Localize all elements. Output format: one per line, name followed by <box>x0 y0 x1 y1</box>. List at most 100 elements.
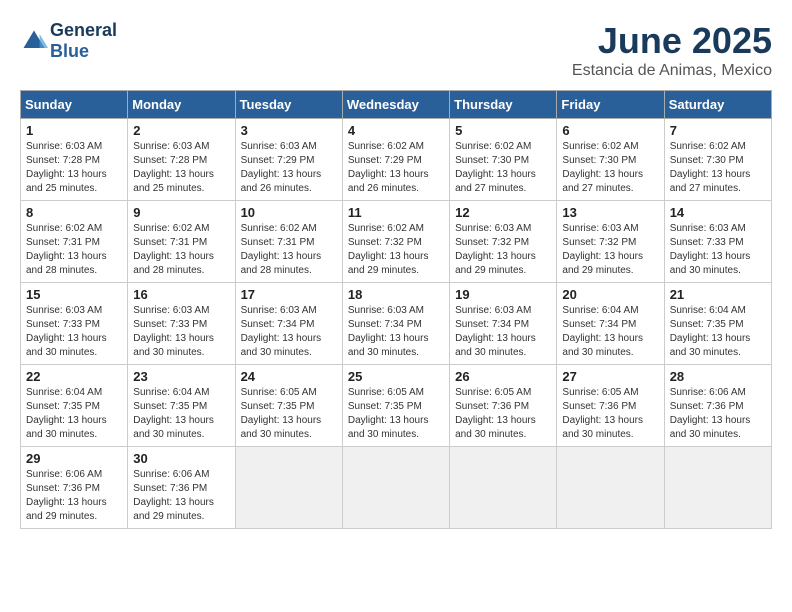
day-header-wednesday: Wednesday <box>342 91 449 119</box>
calendar-cell: 15 Sunrise: 6:03 AMSunset: 7:33 PMDaylig… <box>21 283 128 365</box>
cell-info: Sunrise: 6:04 AMSunset: 7:34 PMDaylight:… <box>562 304 658 360</box>
day-header-monday: Monday <box>128 91 235 119</box>
day-number: 12 <box>455 205 551 220</box>
calendar-cell <box>664 447 771 529</box>
month-title: June 2025 <box>572 20 772 62</box>
day-number: 4 <box>348 123 444 138</box>
header: General Blue June 2025 Estancia de Anima… <box>20 20 772 80</box>
calendar-cell: 24 Sunrise: 6:05 AMSunset: 7:35 PMDaylig… <box>235 365 342 447</box>
cell-info: Sunrise: 6:03 AMSunset: 7:34 PMDaylight:… <box>241 304 337 360</box>
logo-icon <box>20 27 48 55</box>
cell-info: Sunrise: 6:03 AMSunset: 7:28 PMDaylight:… <box>133 140 229 196</box>
calendar-cell: 27 Sunrise: 6:05 AMSunset: 7:36 PMDaylig… <box>557 365 664 447</box>
calendar-cell: 29 Sunrise: 6:06 AMSunset: 7:36 PMDaylig… <box>21 447 128 529</box>
day-header-thursday: Thursday <box>450 91 557 119</box>
day-number: 21 <box>670 287 766 302</box>
day-number: 19 <box>455 287 551 302</box>
day-number: 20 <box>562 287 658 302</box>
cell-info: Sunrise: 6:04 AMSunset: 7:35 PMDaylight:… <box>26 386 122 442</box>
day-number: 5 <box>455 123 551 138</box>
day-number: 27 <box>562 369 658 384</box>
calendar-cell: 19 Sunrise: 6:03 AMSunset: 7:34 PMDaylig… <box>450 283 557 365</box>
calendar-cell: 9 Sunrise: 6:02 AMSunset: 7:31 PMDayligh… <box>128 201 235 283</box>
logo-text: General <box>50 20 117 41</box>
calendar-body: 1 Sunrise: 6:03 AMSunset: 7:28 PMDayligh… <box>21 119 772 529</box>
calendar-week-2: 8 Sunrise: 6:02 AMSunset: 7:31 PMDayligh… <box>21 201 772 283</box>
day-number: 13 <box>562 205 658 220</box>
day-number: 26 <box>455 369 551 384</box>
day-number: 10 <box>241 205 337 220</box>
day-number: 11 <box>348 205 444 220</box>
cell-info: Sunrise: 6:06 AMSunset: 7:36 PMDaylight:… <box>670 386 766 442</box>
cell-info: Sunrise: 6:03 AMSunset: 7:28 PMDaylight:… <box>26 140 122 196</box>
calendar-cell: 20 Sunrise: 6:04 AMSunset: 7:34 PMDaylig… <box>557 283 664 365</box>
day-header-sunday: Sunday <box>21 91 128 119</box>
calendar-cell: 25 Sunrise: 6:05 AMSunset: 7:35 PMDaylig… <box>342 365 449 447</box>
calendar-cell: 18 Sunrise: 6:03 AMSunset: 7:34 PMDaylig… <box>342 283 449 365</box>
day-number: 23 <box>133 369 229 384</box>
calendar-cell: 30 Sunrise: 6:06 AMSunset: 7:36 PMDaylig… <box>128 447 235 529</box>
day-number: 29 <box>26 451 122 466</box>
calendar-cell: 4 Sunrise: 6:02 AMSunset: 7:29 PMDayligh… <box>342 119 449 201</box>
day-number: 18 <box>348 287 444 302</box>
calendar-cell: 16 Sunrise: 6:03 AMSunset: 7:33 PMDaylig… <box>128 283 235 365</box>
day-number: 14 <box>670 205 766 220</box>
day-number: 6 <box>562 123 658 138</box>
calendar-cell: 28 Sunrise: 6:06 AMSunset: 7:36 PMDaylig… <box>664 365 771 447</box>
calendar-cell <box>235 447 342 529</box>
calendar-cell: 21 Sunrise: 6:04 AMSunset: 7:35 PMDaylig… <box>664 283 771 365</box>
day-number: 9 <box>133 205 229 220</box>
calendar-week-5: 29 Sunrise: 6:06 AMSunset: 7:36 PMDaylig… <box>21 447 772 529</box>
cell-info: Sunrise: 6:06 AMSunset: 7:36 PMDaylight:… <box>26 468 122 524</box>
location: Estancia de Animas, Mexico <box>572 62 772 80</box>
day-number: 15 <box>26 287 122 302</box>
calendar-week-3: 15 Sunrise: 6:03 AMSunset: 7:33 PMDaylig… <box>21 283 772 365</box>
calendar-cell: 6 Sunrise: 6:02 AMSunset: 7:30 PMDayligh… <box>557 119 664 201</box>
cell-info: Sunrise: 6:05 AMSunset: 7:36 PMDaylight:… <box>455 386 551 442</box>
cell-info: Sunrise: 6:03 AMSunset: 7:33 PMDaylight:… <box>133 304 229 360</box>
cell-info: Sunrise: 6:03 AMSunset: 7:29 PMDaylight:… <box>241 140 337 196</box>
calendar-cell: 23 Sunrise: 6:04 AMSunset: 7:35 PMDaylig… <box>128 365 235 447</box>
cell-info: Sunrise: 6:02 AMSunset: 7:31 PMDaylight:… <box>133 222 229 278</box>
calendar-week-4: 22 Sunrise: 6:04 AMSunset: 7:35 PMDaylig… <box>21 365 772 447</box>
day-number: 17 <box>241 287 337 302</box>
cell-info: Sunrise: 6:02 AMSunset: 7:29 PMDaylight:… <box>348 140 444 196</box>
title-area: June 2025 Estancia de Animas, Mexico <box>572 20 772 80</box>
calendar-cell: 11 Sunrise: 6:02 AMSunset: 7:32 PMDaylig… <box>342 201 449 283</box>
cell-info: Sunrise: 6:03 AMSunset: 7:33 PMDaylight:… <box>26 304 122 360</box>
calendar-cell: 13 Sunrise: 6:03 AMSunset: 7:32 PMDaylig… <box>557 201 664 283</box>
calendar-cell <box>557 447 664 529</box>
cell-info: Sunrise: 6:04 AMSunset: 7:35 PMDaylight:… <box>670 304 766 360</box>
calendar-cell: 3 Sunrise: 6:03 AMSunset: 7:29 PMDayligh… <box>235 119 342 201</box>
day-header-saturday: Saturday <box>664 91 771 119</box>
cell-info: Sunrise: 6:02 AMSunset: 7:32 PMDaylight:… <box>348 222 444 278</box>
day-number: 2 <box>133 123 229 138</box>
cell-info: Sunrise: 6:05 AMSunset: 7:36 PMDaylight:… <box>562 386 658 442</box>
cell-info: Sunrise: 6:05 AMSunset: 7:35 PMDaylight:… <box>348 386 444 442</box>
cell-info: Sunrise: 6:02 AMSunset: 7:31 PMDaylight:… <box>26 222 122 278</box>
logo-subtext: Blue <box>50 41 117 62</box>
cell-info: Sunrise: 6:06 AMSunset: 7:36 PMDaylight:… <box>133 468 229 524</box>
logo: General Blue <box>20 20 117 62</box>
cell-info: Sunrise: 6:05 AMSunset: 7:35 PMDaylight:… <box>241 386 337 442</box>
day-number: 22 <box>26 369 122 384</box>
cell-info: Sunrise: 6:03 AMSunset: 7:32 PMDaylight:… <box>455 222 551 278</box>
calendar-cell: 5 Sunrise: 6:02 AMSunset: 7:30 PMDayligh… <box>450 119 557 201</box>
day-number: 30 <box>133 451 229 466</box>
cell-info: Sunrise: 6:02 AMSunset: 7:30 PMDaylight:… <box>562 140 658 196</box>
cell-info: Sunrise: 6:04 AMSunset: 7:35 PMDaylight:… <box>133 386 229 442</box>
calendar-cell: 10 Sunrise: 6:02 AMSunset: 7:31 PMDaylig… <box>235 201 342 283</box>
cell-info: Sunrise: 6:02 AMSunset: 7:30 PMDaylight:… <box>455 140 551 196</box>
calendar-cell: 14 Sunrise: 6:03 AMSunset: 7:33 PMDaylig… <box>664 201 771 283</box>
calendar-cell: 12 Sunrise: 6:03 AMSunset: 7:32 PMDaylig… <box>450 201 557 283</box>
calendar-week-1: 1 Sunrise: 6:03 AMSunset: 7:28 PMDayligh… <box>21 119 772 201</box>
day-number: 24 <box>241 369 337 384</box>
calendar-cell: 8 Sunrise: 6:02 AMSunset: 7:31 PMDayligh… <box>21 201 128 283</box>
calendar-cell <box>342 447 449 529</box>
day-header-friday: Friday <box>557 91 664 119</box>
calendar-cell <box>450 447 557 529</box>
calendar-cell: 26 Sunrise: 6:05 AMSunset: 7:36 PMDaylig… <box>450 365 557 447</box>
cell-info: Sunrise: 6:02 AMSunset: 7:31 PMDaylight:… <box>241 222 337 278</box>
calendar-cell: 1 Sunrise: 6:03 AMSunset: 7:28 PMDayligh… <box>21 119 128 201</box>
calendar-cell: 22 Sunrise: 6:04 AMSunset: 7:35 PMDaylig… <box>21 365 128 447</box>
